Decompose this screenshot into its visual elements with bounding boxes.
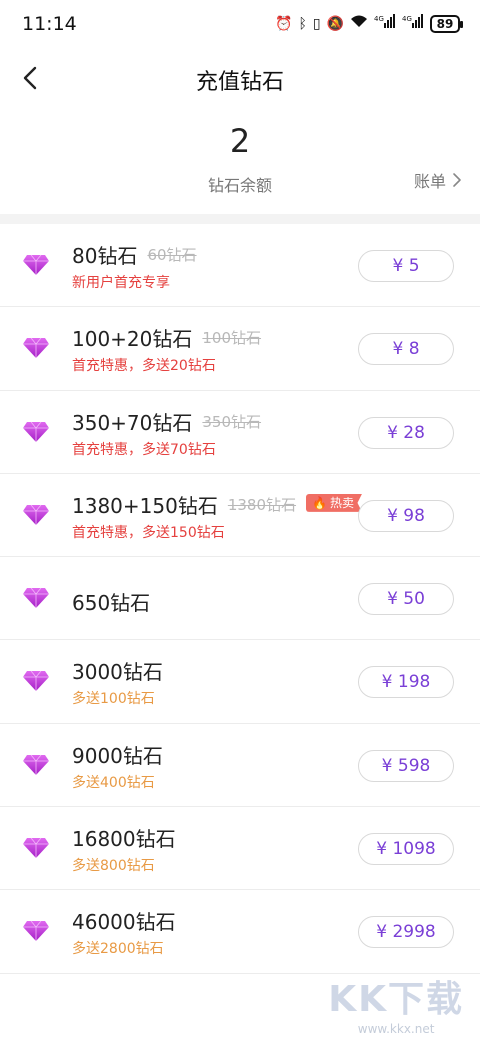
- package-row[interactable]: 3000钻石多送100钻石 ¥ 198: [0, 640, 480, 724]
- package-name-row: 80钻石 60钻石: [72, 240, 197, 269]
- package-name: 1380+150钻石: [72, 493, 218, 518]
- package-subtitle: 新用户首充专享: [72, 275, 170, 291]
- package-name-row: 46000钻石: [72, 906, 176, 935]
- signal-4g-icon: 4G: [374, 14, 396, 33]
- package-name-row: 3000钻石: [72, 656, 163, 685]
- status-bar: 11:14 ⏰ ᛒ ▯ 🔕 4G 4G 89: [0, 0, 480, 50]
- hot-badge-label: 热卖: [329, 496, 354, 511]
- package-subtitle: 多送100钻石: [72, 691, 155, 708]
- diamond-package-list: 80钻石 60钻石新用户首充专享 ¥ 5 100+20钻石 100钻石首充特惠，多送20…: [0, 224, 480, 974]
- price-button[interactable]: ¥ 1098: [358, 833, 454, 866]
- status-time: 11:14: [22, 13, 77, 35]
- package-subtitle: 多送800钻石: [72, 858, 155, 875]
- watermark-logo: KK下载: [328, 979, 464, 1020]
- watermark: KK下载 www.kkx.net: [328, 970, 464, 1036]
- bill-link[interactable]: 账单: [414, 168, 462, 192]
- price-button[interactable]: ¥ 5: [358, 250, 454, 282]
- package-name-row: 1380+150钻石 1380钻石: [72, 490, 296, 519]
- package-row[interactable]: 100+20钻石 100钻石首充特惠，多送20钻石 ¥ 8: [0, 307, 480, 391]
- package-name: 650钻石: [72, 591, 151, 616]
- package-name-row: 350+70钻石 350钻石: [72, 407, 261, 436]
- chevron-right-icon: [453, 173, 461, 187]
- original-amount: 100钻石: [202, 329, 262, 348]
- package-name: 80钻石: [72, 244, 138, 268]
- price-button[interactable]: ¥ 8: [358, 333, 454, 366]
- package-name-row: 100+20钻石 100钻石: [72, 323, 261, 352]
- package-name: 16800钻石: [72, 827, 176, 852]
- package-name: 3000钻石: [72, 660, 163, 685]
- price-button[interactable]: ¥ 28: [358, 416, 454, 449]
- price-button[interactable]: ¥ 2998: [358, 916, 454, 949]
- package-name: 100+20钻石: [72, 327, 193, 352]
- diamond-icon: [22, 421, 50, 443]
- package-subtitle: 多送2800钻石: [72, 941, 164, 958]
- original-amount: 350钻石: [202, 412, 262, 431]
- diamond-icon: [22, 504, 50, 526]
- package-subtitle: 首充特惠，多送20钻石: [72, 358, 216, 375]
- package-name-row: 16800钻石: [72, 823, 176, 852]
- package-name: 350+70钻石: [72, 410, 193, 435]
- package-row[interactable]: 16800钻石多送800钻石 ¥ 1098: [0, 807, 480, 891]
- package-row[interactable]: 46000钻石多送2800钻石 ¥ 2998: [0, 890, 480, 974]
- package-name-row: 9000钻石: [72, 740, 163, 769]
- page-title: 充值钻石: [195, 70, 284, 95]
- balance-value: 2: [229, 122, 251, 160]
- diamond-icon: [22, 670, 50, 692]
- original-amount: 60钻石: [147, 246, 197, 264]
- hot-badge: 🔥 热卖: [306, 493, 362, 512]
- battery-icon: 89: [430, 14, 463, 33]
- svg-text:4G: 4G: [374, 15, 384, 23]
- package-row[interactable]: 650钻石 ¥ 50: [0, 557, 480, 641]
- bill-label: 账单: [413, 172, 446, 191]
- price-button[interactable]: ¥ 598: [358, 749, 454, 782]
- price-button[interactable]: ¥ 50: [358, 583, 454, 616]
- nav-bar: 充值钻石: [0, 50, 480, 106]
- alarm-icon: ⏰: [275, 15, 293, 32]
- watermark-url: www.kkx.net: [357, 1022, 435, 1036]
- fire-icon: 🔥: [312, 495, 327, 510]
- balance-section: 2 钻石余额 账单: [0, 118, 480, 214]
- package-name: 9000钻石: [72, 743, 163, 768]
- bluetooth-icon: ᛒ: [298, 15, 307, 32]
- section-divider: [0, 214, 480, 224]
- signal-4g-icon: 4G: [402, 14, 424, 33]
- package-name: 46000钻石: [72, 910, 176, 935]
- diamond-icon: [22, 754, 50, 776]
- package-subtitle: 首充特惠，多送70钻石: [72, 441, 216, 458]
- diamond-icon: [22, 254, 50, 276]
- wifi-icon: [350, 14, 368, 33]
- balance-label: 钻石余额: [207, 176, 272, 195]
- package-subtitle: 多送400钻石: [72, 774, 155, 791]
- package-name-row: 650钻石: [72, 587, 150, 616]
- price-button[interactable]: ¥ 98: [358, 499, 454, 532]
- price-button[interactable]: ¥ 198: [358, 666, 454, 699]
- diamond-icon: [22, 587, 50, 609]
- package-row[interactable]: 350+70钻石 350钻石首充特惠，多送70钻石 ¥ 28: [0, 391, 480, 474]
- diamond-icon: [22, 337, 50, 359]
- mute-icon: 🔕: [326, 15, 344, 32]
- status-icons: ⏰ ᛒ ▯ 🔕 4G 4G 89: [275, 14, 463, 33]
- svg-text:4G: 4G: [402, 15, 412, 23]
- diamond-icon: [22, 837, 50, 859]
- package-subtitle: 首充特惠，多送150钻石: [72, 524, 225, 541]
- original-amount: 1380钻石: [227, 495, 297, 514]
- diamond-icon: [22, 920, 50, 942]
- package-row[interactable]: 1380+150钻石 1380钻石 🔥 热卖首充特惠，多送150钻石 ¥ 98: [0, 474, 480, 558]
- package-row[interactable]: 9000钻石多送400钻石 ¥ 598: [0, 724, 480, 808]
- package-row[interactable]: 80钻石 60钻石新用户首充专享 ¥ 5: [0, 224, 480, 308]
- vibrate-icon: ▯: [312, 15, 321, 32]
